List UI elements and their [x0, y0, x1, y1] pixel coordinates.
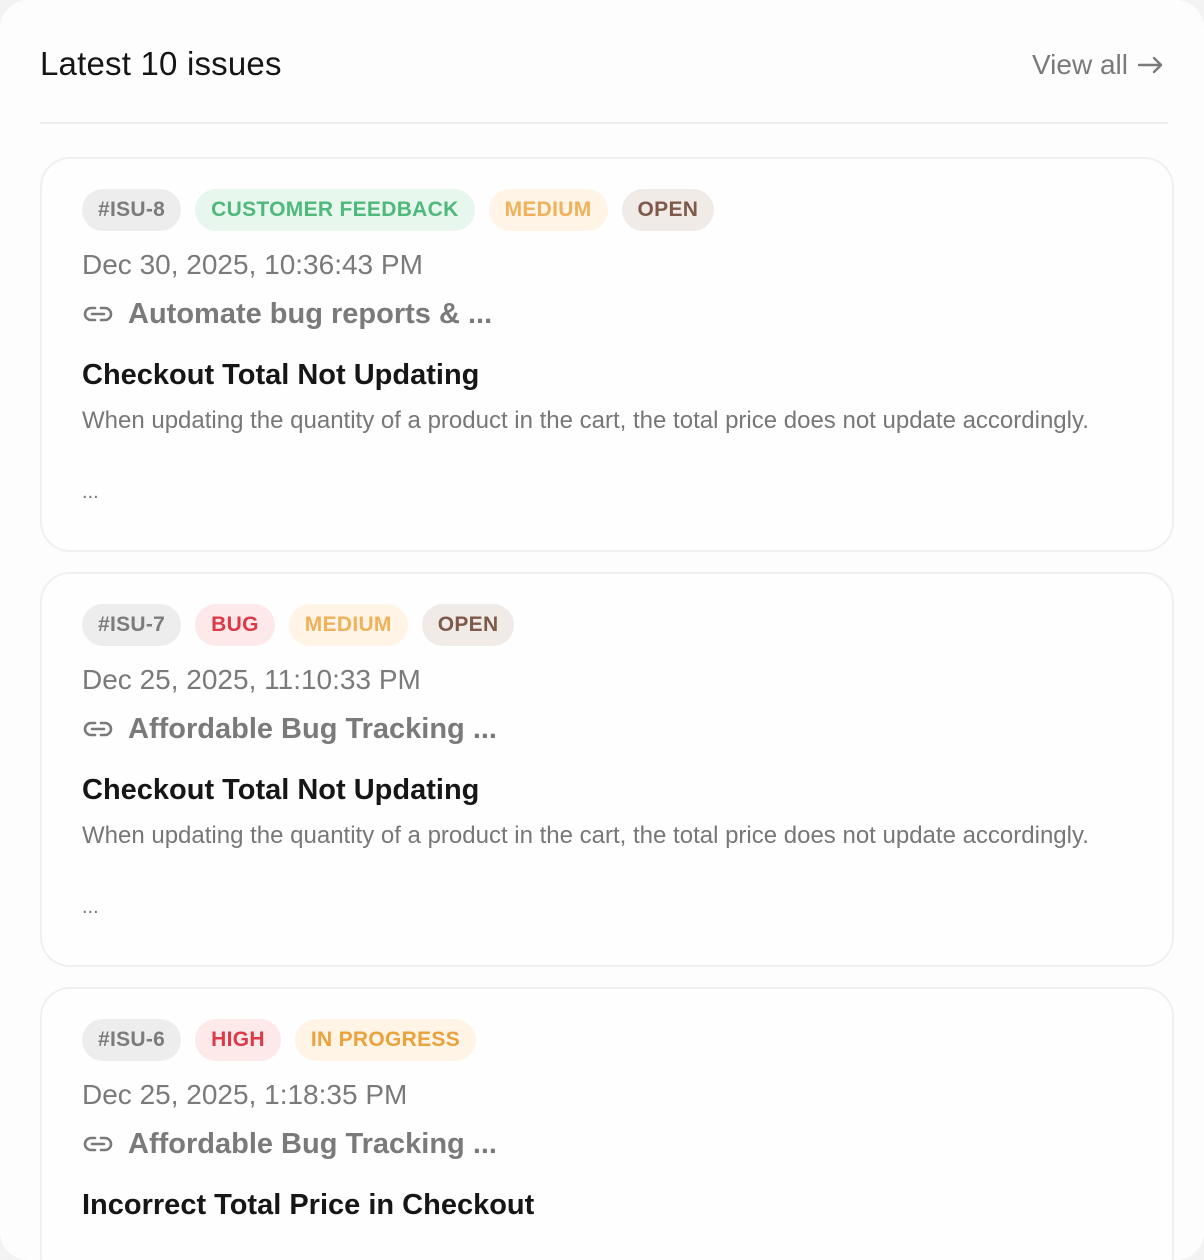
- link-icon: [82, 1133, 114, 1155]
- issue-card[interactable]: #ISU-6 HIGH IN PROGRESS Dec 25, 2025, 1:…: [40, 987, 1174, 1260]
- issue-date: Dec 25, 2025, 1:18:35 PM: [82, 1079, 408, 1110]
- project-link[interactable]: Automate bug reports & ...: [82, 295, 492, 333]
- issue-date: Dec 30, 2025, 10:36:43 PM: [82, 249, 423, 280]
- issue-badges: #ISU-6 HIGH IN PROGRESS: [82, 1019, 477, 1061]
- issue-title: Incorrect Total Price in Checkout: [82, 1189, 535, 1221]
- issue-badges: #ISU-8 CUSTOMER FEEDBACK MEDIUM OPEN: [82, 189, 715, 231]
- priority-badge: HIGH: [195, 1019, 281, 1061]
- latest-issues-panel: Latest 10 issues View all #ISU-8 CUSTOME…: [0, 0, 1204, 1260]
- project-name: Automate bug reports & ...: [128, 297, 493, 330]
- link-icon: [82, 303, 114, 325]
- link-icon: [82, 718, 114, 740]
- project-name: Affordable Bug Tracking ...: [128, 1127, 497, 1160]
- issue-title: Checkout Total Not Updating: [82, 359, 480, 391]
- priority-badge: MEDIUM: [288, 604, 408, 646]
- issue-title: Checkout Total Not Updating: [82, 774, 480, 806]
- type-badge: CUSTOMER FEEDBACK: [195, 189, 475, 231]
- status-badge: OPEN: [621, 189, 715, 231]
- project-link[interactable]: Affordable Bug Tracking ...: [82, 710, 497, 748]
- description-ellipsis: ...: [82, 896, 99, 918]
- status-badge: OPEN: [421, 604, 515, 646]
- issue-description: When updating the quantity of a product …: [82, 407, 1089, 434]
- view-all-link[interactable]: View all: [1032, 46, 1164, 84]
- arrow-right-icon: [1138, 56, 1164, 74]
- view-all-label: View all: [1032, 49, 1128, 80]
- issue-id-badge: #ISU-7: [82, 604, 182, 646]
- issue-card[interactable]: #ISU-8 CUSTOMER FEEDBACK MEDIUM OPEN Dec…: [40, 157, 1174, 552]
- issue-card[interactable]: #ISU-7 BUG MEDIUM OPEN Dec 25, 2025, 11:…: [40, 572, 1174, 967]
- panel-header: Latest 10 issues View all: [40, 0, 1168, 124]
- issue-badges: #ISU-7 BUG MEDIUM OPEN: [82, 604, 515, 646]
- status-badge: IN PROGRESS: [294, 1019, 477, 1061]
- project-link[interactable]: Affordable Bug Tracking ...: [82, 1125, 497, 1163]
- project-name: Affordable Bug Tracking ...: [128, 712, 497, 745]
- issue-date: Dec 25, 2025, 11:10:33 PM: [82, 664, 421, 695]
- description-ellipsis: ...: [82, 481, 99, 503]
- type-badge: BUG: [195, 604, 275, 646]
- issue-description: When updating the quantity of a product …: [82, 822, 1089, 849]
- issue-id-badge: #ISU-8: [82, 189, 182, 231]
- issue-id-badge: #ISU-6: [82, 1019, 182, 1061]
- priority-badge: MEDIUM: [488, 189, 608, 231]
- panel-title: Latest 10 issues: [40, 45, 282, 82]
